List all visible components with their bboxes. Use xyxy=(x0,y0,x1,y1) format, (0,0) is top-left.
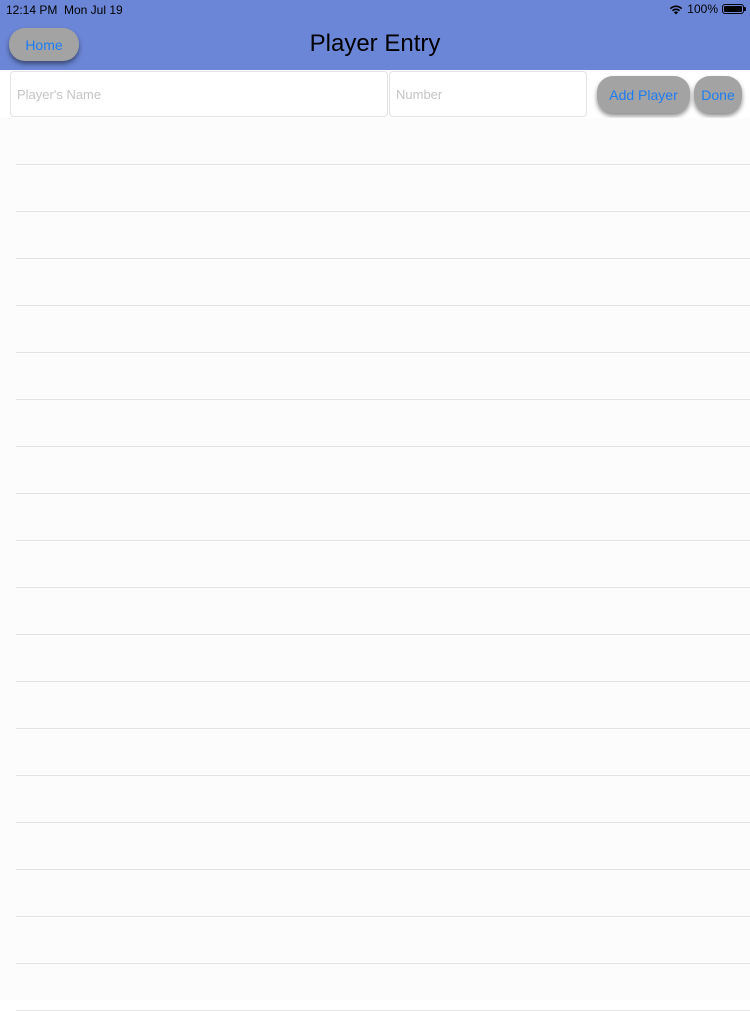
battery-icon xyxy=(722,4,746,14)
list-row xyxy=(16,118,750,165)
list-row xyxy=(16,870,750,917)
list-row xyxy=(16,353,750,400)
list-row xyxy=(16,259,750,306)
add-player-button[interactable]: Add Player xyxy=(597,76,690,113)
status-bar: 12:14 PM Mon Jul 19 100% xyxy=(0,0,750,20)
list-row xyxy=(16,588,750,635)
page-title: Player Entry xyxy=(309,30,441,57)
player-number-input[interactable] xyxy=(389,71,587,117)
list-row xyxy=(16,494,750,541)
list-row xyxy=(16,682,750,729)
list-row xyxy=(16,729,750,776)
wifi-icon xyxy=(669,4,683,15)
list-row xyxy=(16,823,750,870)
list-row xyxy=(16,306,750,353)
list-row xyxy=(16,635,750,682)
list-row xyxy=(16,964,750,1011)
player-entry-form: Add Player Done xyxy=(0,70,750,118)
nav-header: 12:14 PM Mon Jul 19 100% Home Player Ent… xyxy=(0,0,750,70)
list-row xyxy=(16,776,750,823)
list-row xyxy=(16,917,750,964)
player-list[interactable] xyxy=(0,118,750,1011)
list-row xyxy=(16,212,750,259)
list-row xyxy=(16,447,750,494)
done-button[interactable]: Done xyxy=(694,76,742,113)
player-name-input[interactable] xyxy=(10,71,388,117)
status-indicators: 100% xyxy=(669,2,746,16)
list-row xyxy=(16,400,750,447)
list-row xyxy=(16,541,750,588)
status-date: Mon Jul 19 xyxy=(64,3,123,17)
status-time: 12:14 PM xyxy=(6,3,58,17)
list-row xyxy=(16,165,750,212)
battery-percentage: 100% xyxy=(687,2,718,16)
